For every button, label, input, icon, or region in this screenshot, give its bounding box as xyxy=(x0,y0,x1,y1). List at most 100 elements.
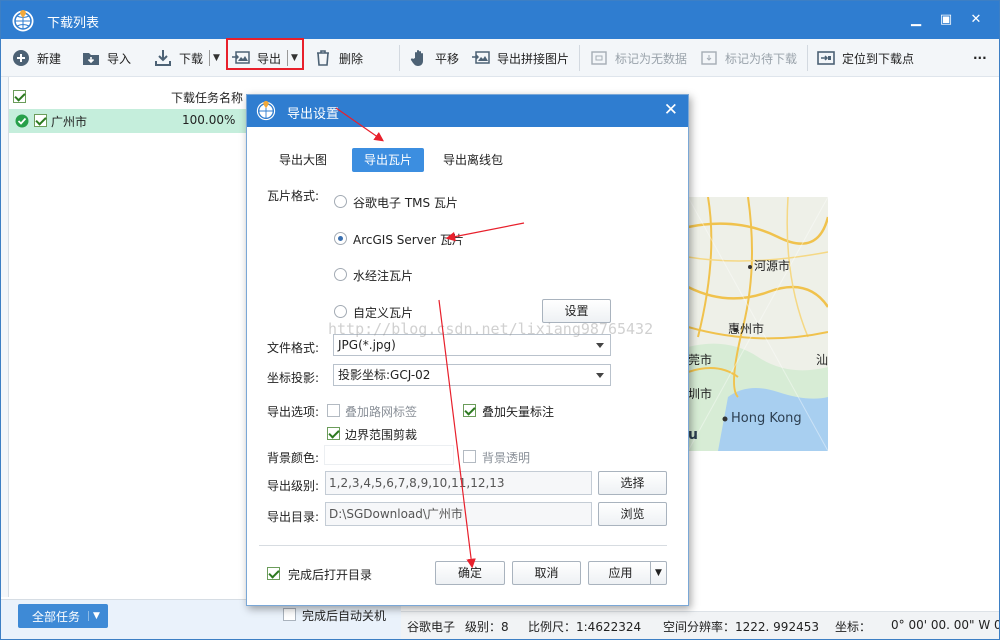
file-format-label: 文件格式: xyxy=(267,341,320,355)
vector-overlay-checkbox[interactable] xyxy=(463,404,476,417)
task-name: 广州市 xyxy=(51,115,88,129)
import-button[interactable]: 导入 xyxy=(81,47,131,69)
map-view[interactable]: 河源市 惠州市 莞市 汕 圳市 Hong Kong u xyxy=(688,197,828,451)
more-button[interactable]: ··· xyxy=(973,47,987,69)
tab-export-offline-package[interactable]: 导出离线包 xyxy=(431,148,515,172)
maximize-button[interactable]: ▣ xyxy=(937,11,955,29)
levels-input[interactable]: 1,2,3,4,5,6,7,8,9,10,11,12,13 xyxy=(325,471,592,495)
vector-overlay-label: 叠加矢量标注 xyxy=(482,405,555,419)
open-dir-checkbox[interactable] xyxy=(267,567,280,580)
dialog-divider xyxy=(259,545,667,546)
task-name-column-header: 下载任务名称 xyxy=(171,91,244,105)
folder-import-icon xyxy=(83,53,99,65)
dialog-close-icon[interactable]: ✕ xyxy=(664,100,678,120)
export-mosaic-button[interactable]: 导出拼接图片 xyxy=(471,47,569,69)
boundary-clip-label: 边界范围剪裁 xyxy=(345,428,418,442)
custom-settings-button[interactable]: 设置 xyxy=(542,299,611,323)
window-title: 下载列表 xyxy=(47,16,100,31)
auto-shutdown-label: 完成后自动关机 xyxy=(302,609,387,623)
status-coord-value: 0° 00' 00. 00" W 0 xyxy=(891,618,1000,632)
check-circle-icon xyxy=(15,114,29,128)
projection-select[interactable]: 投影坐标:GCJ-02 xyxy=(333,364,611,386)
select-levels-button[interactable]: 选择 xyxy=(598,471,667,495)
levels-label: 导出级别: xyxy=(267,479,320,493)
minimize-button[interactable]: ▁ xyxy=(907,11,925,29)
locate-icon xyxy=(817,51,835,65)
toolbar-separator xyxy=(807,45,808,71)
radio-shuijingzhu[interactable] xyxy=(334,268,347,281)
file-format-select[interactable]: JPG(*.jpg) xyxy=(333,334,611,356)
export-settings-dialog: 导出设置 ✕ 导出大图 导出瓦片 导出离线包 瓦片格式: 谷歌电子 TMS 瓦片… xyxy=(246,94,689,606)
maximize-icon: ▣ xyxy=(939,12,953,27)
export-mosaic-label: 导出拼接图片 xyxy=(497,51,570,66)
bg-transparent-checkbox[interactable] xyxy=(463,450,476,463)
toolbar-separator xyxy=(579,45,580,71)
auto-shutdown-checkbox[interactable] xyxy=(283,608,296,621)
ok-button[interactable]: 确定 xyxy=(435,561,505,585)
all-tasks-button[interactable]: 全部任务 ▼ xyxy=(18,604,108,628)
download-dropdown-icon[interactable]: ▼ xyxy=(209,50,220,66)
map-label-city: 圳市 xyxy=(688,387,713,401)
dir-input[interactable]: D:\SGDownload\广州市 xyxy=(325,502,592,526)
status-level: 级别：8 xyxy=(465,620,509,634)
apply-label: 应用 xyxy=(608,566,633,580)
mark-pending-icon xyxy=(701,51,717,65)
radio-arcgis-server[interactable] xyxy=(334,232,347,245)
select-all-checkbox[interactable] xyxy=(13,90,26,103)
trash-icon xyxy=(317,50,329,66)
boundary-clip-checkbox[interactable] xyxy=(327,427,340,440)
mark-pending-button[interactable]: 标记为待下载 xyxy=(699,47,797,69)
pan-button[interactable]: 平移 xyxy=(409,47,459,69)
chevron-down-icon xyxy=(596,373,604,378)
download-button[interactable]: 下载 ▼ xyxy=(153,47,220,69)
radio-custom-tiles[interactable] xyxy=(334,305,347,318)
bg-color-swatch[interactable] xyxy=(324,445,454,465)
delete-label: 删除 xyxy=(339,51,364,66)
mark-nodata-icon xyxy=(591,51,607,65)
delete-button[interactable]: 删除 xyxy=(313,47,363,69)
road-overlay-checkbox[interactable] xyxy=(327,404,340,417)
app-logo-icon xyxy=(256,100,276,121)
map-label-huizhou: 惠州市 xyxy=(728,322,765,336)
dir-label: 导出目录: xyxy=(267,510,320,524)
radio-arcgis-server-label: ArcGIS Server 瓦片 xyxy=(353,233,464,247)
mark-nodata-button[interactable]: 标记为无数据 xyxy=(589,47,687,69)
projection-value: 投影坐标:GCJ-02 xyxy=(338,368,431,382)
import-label: 导入 xyxy=(107,51,132,66)
download-icon xyxy=(155,50,171,66)
toolbar: 新建 导入 下载 ▼ 导出 ▼ 删除 平移 导出拼接图片 标记为无数据 标记为待… xyxy=(1,39,999,77)
close-window-button[interactable]: ✕ xyxy=(967,11,985,29)
tab-export-tiles[interactable]: 导出瓦片 xyxy=(352,148,425,172)
left-edge-strip xyxy=(1,77,9,597)
row-checkbox[interactable] xyxy=(34,114,47,127)
apply-button[interactable]: 应用 ▼ xyxy=(588,561,667,585)
tab-export-large-image[interactable]: 导出大图 xyxy=(267,148,339,172)
task-progress: 100.00% xyxy=(182,113,236,127)
chevron-down-icon xyxy=(596,343,604,348)
new-button[interactable]: 新建 xyxy=(11,47,61,69)
toolbar-separator xyxy=(399,45,400,71)
close-icon: ✕ xyxy=(970,12,982,27)
bg-color-label: 背景颜色: xyxy=(267,451,320,465)
dialog-title-bar: 导出设置 ✕ xyxy=(247,95,688,127)
title-bar: 下载列表 ▁ ▣ ✕ xyxy=(1,1,999,39)
radio-google-tms[interactable] xyxy=(334,195,347,208)
radio-custom-tiles-label: 自定义瓦片 xyxy=(353,306,414,320)
mark-pending-label: 标记为待下载 xyxy=(725,51,798,66)
map-label-heyuan: 河源市 xyxy=(754,259,791,273)
browse-button[interactable]: 浏览 xyxy=(598,502,667,526)
radio-shuijingzhu-label: 水经注瓦片 xyxy=(353,269,414,283)
map-label-city: u xyxy=(688,427,698,443)
projection-label: 坐标投影: xyxy=(267,371,320,385)
tile-format-label: 瓦片格式: xyxy=(267,189,320,203)
dialog-title: 导出设置 xyxy=(287,107,340,122)
status-source: 谷歌电子 xyxy=(407,620,456,634)
open-dir-label: 完成后打开目录 xyxy=(288,568,373,582)
more-icon: ··· xyxy=(973,51,987,65)
pan-label: 平移 xyxy=(435,51,460,66)
cancel-button[interactable]: 取消 xyxy=(512,561,581,585)
radio-google-tms-label: 谷歌电子 TMS 瓦片 xyxy=(353,196,458,210)
export-options-label: 导出选项: xyxy=(267,405,320,419)
all-tasks-label: 全部任务 xyxy=(32,609,81,624)
locate-button[interactable]: 定位到下载点 xyxy=(816,47,914,69)
